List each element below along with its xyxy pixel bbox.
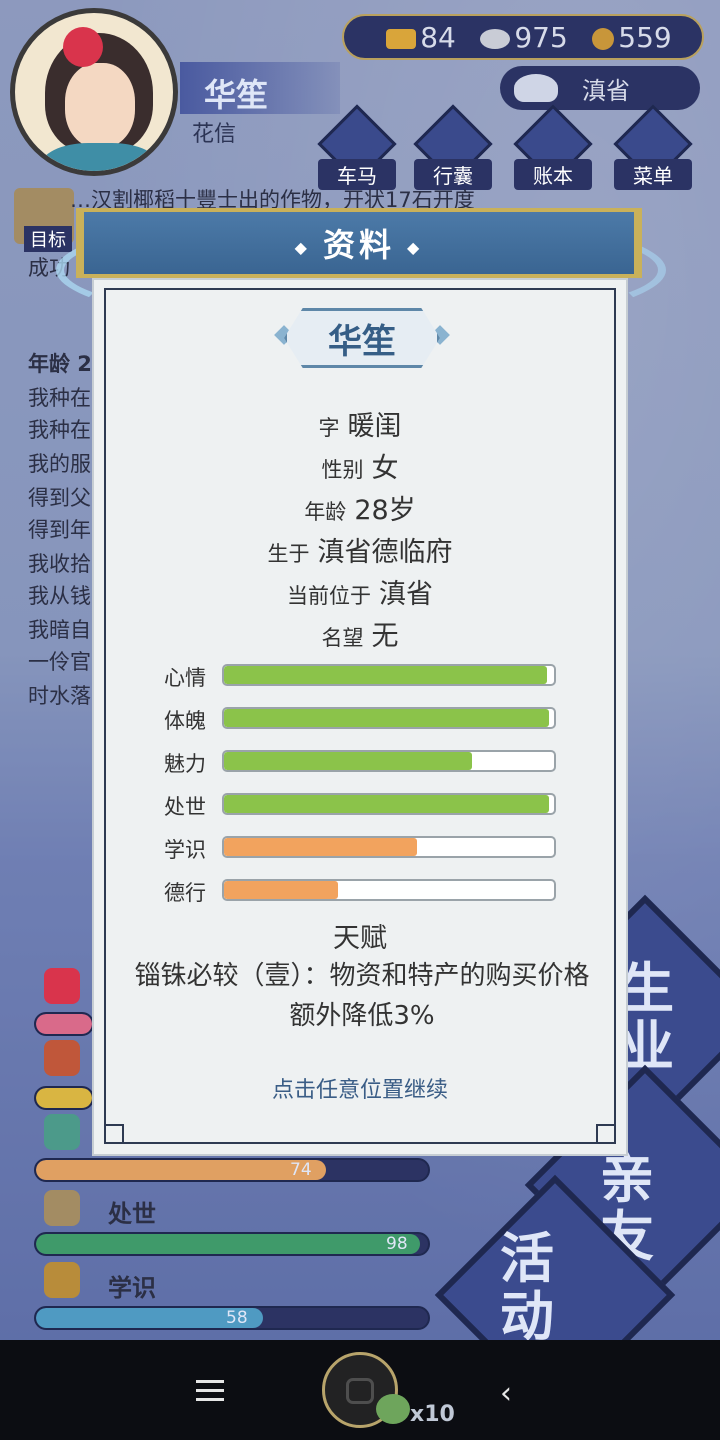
attribute-bar [222,793,556,815]
stat-label: 处世 [108,1200,156,1228]
silver-currency: 975 [480,21,568,54]
modal-title: ◆ 资料 ◆ [294,226,424,264]
attribute-physique: 体魄 [164,705,564,733]
menu-more-button[interactable]: 菜单 [613,104,693,190]
attribute-bar-fill [224,795,550,813]
player-avatar[interactable] [10,8,178,176]
stat-bar [34,1012,94,1036]
physique-icon [44,1040,80,1076]
location-label: 滇省 [582,76,630,105]
attribute-bar-fill [224,881,338,899]
talent-title: 天赋 [333,923,387,954]
frame-corner [596,1124,616,1144]
target-label: 目标 [24,226,72,252]
gold-currency: 84 [386,21,456,54]
frame-corner [104,1124,124,1144]
worldly-icon [44,1190,80,1226]
attribute-bar-fill [224,752,472,770]
attribute-bar [222,707,556,729]
mood-flower-icon [44,968,80,1004]
activity-label: 活动 [500,1227,554,1348]
attribute-virtue: 德行 [164,877,564,905]
stat-label: 学识 [108,1274,156,1302]
reward-bag-icon [376,1394,410,1424]
talent-description: 锱铢必较（壹）：物资和特产的购买价格额外降低3% [134,961,590,1031]
attribute-bar [222,879,556,901]
attribute-bar [222,836,556,858]
attribute-bar-fill [224,838,418,856]
menu-bag-button[interactable]: 行囊 [413,104,493,190]
currency-bar: 84 975 559 [342,14,704,60]
attribute-bar-fill [224,709,550,727]
character-name: 华笙 [284,308,440,368]
float-count: x10 [410,1402,455,1427]
back-button[interactable]: ‹ [500,1376,512,1411]
hair-flower-icon [63,27,103,67]
coin-currency: 559 [592,21,672,54]
attribute-bar [222,664,556,686]
attribute-mood: 心情 [164,662,564,690]
attribute-knowledge: 学识 [164,834,564,862]
profile-panel[interactable]: 华笙 字暖闺 性别女 年龄 28岁 生于 滇省德临府 当前位于 滇省 名望无 心情 体… [92,278,628,1156]
career-label: 生业 [620,957,674,1078]
recent-apps-button[interactable] [196,1380,224,1402]
reputation-row: 名望无 [321,621,399,652]
modal-header: ◆ 资料 ◆ [76,208,642,278]
player-subtitle: 花信 [192,122,237,147]
attribute-charm: 魅力 [164,748,564,776]
silver-ingot-icon [480,28,511,49]
attribute-worldly: 处世 [164,791,564,819]
age-row: 年龄 28岁 [304,495,416,526]
current-location-row: 当前位于 滇省 [287,579,433,610]
courtesy-name-row: 字暖闺 [318,411,402,442]
knowledge-books-icon [44,1262,80,1298]
location-icon [514,74,558,102]
player-name: 华笙 [180,62,340,114]
menu-ledger-button[interactable]: 账本 [513,104,593,190]
location-button[interactable]: 滇省 [500,66,700,110]
stat-bar: 74 [34,1158,430,1182]
stat-bar [34,1086,94,1110]
stat-bar: 98 [34,1232,430,1256]
menu-carriage-button[interactable]: 车马 [317,104,397,190]
stat-bar: 58 [34,1306,430,1330]
gender-row: 性别女 [321,453,399,484]
gold-ingot-icon [386,28,417,49]
avatar-face [65,63,135,148]
birthplace-row: 生于 滇省德临府 [267,537,453,568]
charm-mirror-icon [44,1114,80,1150]
attribute-bar [222,750,556,772]
continue-hint[interactable]: 点击任意位置继续 [94,1072,626,1104]
copper-coin-icon [592,27,615,50]
attribute-bar-fill [224,666,548,684]
